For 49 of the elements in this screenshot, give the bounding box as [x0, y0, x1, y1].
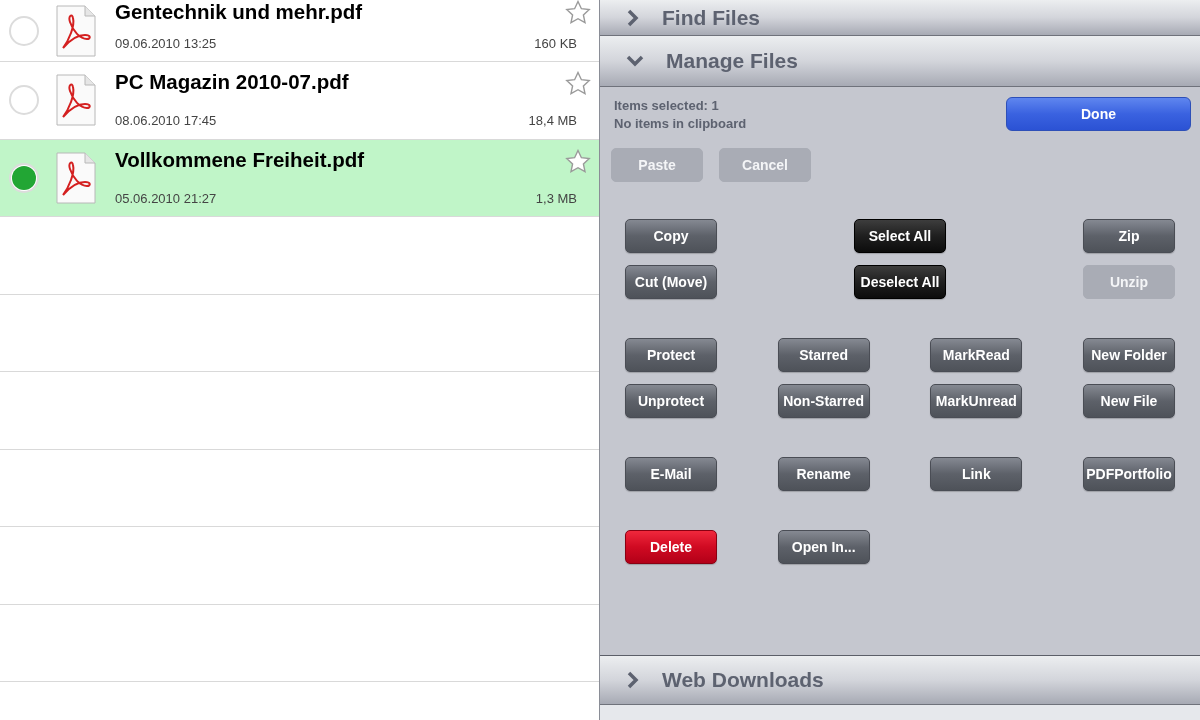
action-button[interactable]: MarkRead: [930, 338, 1023, 373]
chevron-right-icon: [626, 671, 640, 689]
file-date: 08.06.2010 17:45: [115, 112, 217, 130]
status-text: Items selected: 1: [614, 97, 720, 115]
selection-radio[interactable]: [9, 15, 39, 46]
action-button[interactable]: Copy: [625, 219, 717, 254]
file-name: Gentechnik und mehr.pdf: [115, 0, 364, 25]
action-button[interactable]: Starred: [777, 338, 870, 373]
action-button[interactable]: New File: [1082, 384, 1175, 419]
action-button[interactable]: MarkUnread: [930, 384, 1023, 419]
chevron-right-icon: [626, 8, 640, 27]
file-size: 18,4 MB: [528, 112, 577, 130]
action-button[interactable]: Unprotect: [625, 384, 717, 419]
action-button[interactable]: Non-Starred: [777, 384, 870, 419]
star-icon[interactable]: [565, 71, 591, 97]
file-date: 09.06.2010 13:25: [115, 34, 217, 53]
action-button[interactable]: Protect: [625, 338, 717, 373]
action-button[interactable]: Cut (Move): [625, 265, 717, 300]
section-header[interactable]: Manage Files: [600, 36, 1200, 87]
action-button[interactable]: Deselect All: [854, 265, 946, 300]
action-button[interactable]: Delete: [625, 530, 717, 565]
action-button[interactable]: E-Mail: [625, 457, 717, 492]
section-header[interactable]: Web Downloads: [600, 656, 1200, 705]
chevron-down-icon: [626, 54, 644, 68]
file-row[interactable]: Vollkommene Freiheit.pdf 05.06.2010 21:27 1,3 MB: [0, 139, 599, 217]
pdf-file-icon: [55, 3, 97, 58]
section-header[interactable]: Find Files: [600, 0, 1200, 36]
done-button[interactable]: Done: [1006, 97, 1191, 131]
star-icon[interactable]: [565, 0, 591, 26]
action-button[interactable]: Open In...: [777, 530, 870, 565]
action-button[interactable]: PDFPortfolio: [1082, 457, 1175, 492]
action-button[interactable]: New Folder: [1082, 338, 1175, 373]
selection-radio[interactable]: [9, 85, 39, 116]
file-size: 1,3 MB: [535, 189, 577, 208]
pdf-file-icon: [55, 73, 97, 128]
file-row[interactable]: Gentechnik und mehr.pdf 09.06.2010 13:25 160 KB: [0, 0, 599, 62]
file-name: Vollkommene Freiheit.pdf: [115, 147, 366, 173]
file-row[interactable]: PC Magazin 2010-07.pdf 08.06.2010 17:45 18,4 MB: [0, 62, 599, 140]
file-date: 05.06.2010 21:27: [115, 189, 217, 208]
selection-radio[interactable]: [9, 162, 39, 193]
action-button[interactable]: Select All: [854, 219, 946, 254]
action-button[interactable]: Link: [930, 457, 1023, 492]
status-text: No items in clipboard: [614, 114, 747, 133]
action-button[interactable]: Zip: [1083, 219, 1175, 254]
file-name: PC Magazin 2010-07.pdf: [115, 70, 350, 95]
file-size: 160 KB: [534, 34, 577, 53]
action-button[interactable]: Rename: [777, 457, 870, 492]
pdf-file-icon: [55, 150, 97, 205]
star-icon[interactable]: [565, 148, 591, 174]
